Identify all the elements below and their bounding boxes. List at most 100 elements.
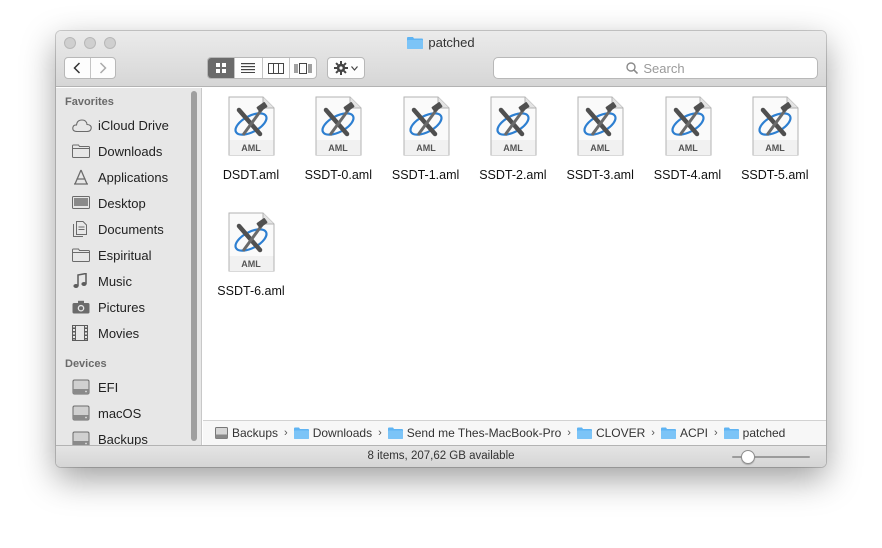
sidebar-item-desktop[interactable]: Desktop — [72, 192, 146, 214]
sidebar-item-downloads[interactable]: Downloads — [72, 140, 162, 162]
sidebar-heading-favorites: Favorites — [65, 96, 114, 108]
file-item[interactable]: AML SSDT-5.aml — [726, 96, 824, 182]
folder-icon — [407, 36, 424, 52]
file-name: SSDT-6.aml — [217, 284, 285, 298]
cloud-icon — [72, 116, 94, 134]
sidebar-device-efi[interactable]: EFI — [72, 376, 118, 398]
chevron-down-icon — [351, 65, 358, 71]
cover-flow-view-button[interactable] — [288, 58, 316, 78]
file-name: SSDT-2.aml — [479, 168, 547, 182]
aml-file-icon: AML — [489, 96, 537, 159]
path-crumb[interactable]: ACPI — [660, 426, 708, 440]
file-item[interactable]: AML SSDT-6.aml — [202, 212, 300, 298]
file-item[interactable]: AML SSDT-0.aml — [289, 96, 387, 182]
file-badge-text: AML — [329, 143, 349, 153]
sidebar-item-label: EFI — [98, 379, 119, 395]
file-badge-text: AML — [503, 143, 523, 153]
file-item[interactable]: AML SSDT-1.aml — [377, 96, 475, 182]
search-field[interactable]: Search — [493, 57, 818, 79]
path-crumb[interactable]: Backups — [215, 426, 278, 440]
path-separator-icon: › — [713, 427, 718, 439]
sidebar-item-movies[interactable]: Movies — [72, 322, 139, 344]
column-view-button[interactable] — [261, 58, 289, 78]
list-view-button[interactable] — [234, 58, 261, 78]
folder-icon — [293, 427, 313, 439]
path-separator-icon: › — [284, 427, 288, 439]
action-menu-button[interactable] — [327, 57, 365, 79]
aml-file-icon: AML — [227, 96, 275, 159]
file-name: SSDT-5.aml — [741, 168, 809, 182]
aml-file-icon: AML — [314, 96, 362, 159]
disk-icon — [72, 430, 94, 445]
sidebar-item-label: Downloads — [98, 143, 163, 159]
path-crumb[interactable]: CLOVER — [576, 426, 646, 440]
documents-icon — [72, 220, 94, 238]
file-badge-text: AML — [241, 259, 261, 269]
aml-file-icon: AML — [576, 96, 624, 159]
search-icon — [626, 62, 639, 74]
aml-file-icon: AML — [402, 96, 450, 159]
sidebar-item-label: Music — [98, 273, 132, 289]
sidebar-item-espiritual[interactable]: Espiritual — [72, 244, 151, 266]
folder-icon — [576, 427, 596, 439]
file-badge-text: AML — [590, 143, 610, 153]
sidebar-item-applications[interactable]: Applications — [72, 166, 168, 188]
file-name: DSDT.aml — [222, 168, 280, 182]
icon-size-slider-knob[interactable] — [740, 450, 755, 464]
path-crumb[interactable]: patched — [723, 426, 786, 440]
sidebar-item-label: Applications — [98, 169, 169, 185]
path-crumb-label: patched — [742, 426, 786, 440]
file-name: SSDT-1.aml — [391, 168, 460, 182]
forward-button[interactable] — [89, 58, 115, 78]
sidebar-item-pictures[interactable]: Pictures — [72, 296, 145, 318]
file-item[interactable]: AML SSDT-2.aml — [464, 96, 562, 182]
sidebar-item-label: Pictures — [98, 299, 145, 315]
sidebar-item-label: iCloud Drive — [98, 117, 169, 133]
path-bar: Backups › Downloads › Send me Thes-MacBook-P… — [203, 420, 826, 445]
path-crumb-label: ACPI — [679, 426, 708, 440]
sidebar-item-documents[interactable]: Documents — [72, 218, 164, 240]
file-item[interactable]: AML SSDT-4.aml — [639, 96, 737, 182]
sidebar-item-label: Desktop — [98, 195, 146, 211]
view-mode-selector — [207, 57, 317, 79]
chevron-left-icon — [73, 62, 81, 74]
sidebar-device-backups[interactable]: Backups — [72, 428, 148, 445]
sidebar-item-label: Backups — [98, 431, 148, 446]
folder-icon — [660, 427, 680, 439]
sidebar-item-music[interactable]: Music — [72, 270, 132, 292]
window-title: patched — [56, 35, 826, 52]
aml-file-icon: AML — [664, 96, 712, 159]
sidebar-item-icloud-drive[interactable]: iCloud Drive — [72, 114, 169, 136]
file-badge-text: AML — [765, 143, 785, 153]
path-crumb[interactable]: Downloads — [293, 426, 373, 440]
back-button[interactable] — [65, 58, 90, 78]
icon-view-button[interactable] — [208, 58, 235, 78]
folder-icon — [723, 427, 743, 439]
sidebar-item-label: Documents — [98, 221, 164, 237]
sidebar-device-macos[interactable]: macOS — [72, 402, 141, 424]
column-view-icon — [267, 62, 284, 74]
path-crumb[interactable]: Send me Thes-MacBook-Pro — [387, 426, 562, 440]
desktop-icon — [72, 194, 94, 212]
file-name: SSDT-4.aml — [653, 168, 722, 182]
file-item[interactable]: AML DSDT.aml — [202, 96, 300, 182]
camera-icon — [72, 298, 94, 316]
aml-file-icon: AML — [227, 212, 275, 275]
file-badge-text: AML — [678, 143, 698, 153]
sidebar-item-label: macOS — [98, 405, 142, 421]
sidebar-scrollbar[interactable] — [191, 91, 197, 441]
path-crumb-label: CLOVER — [595, 426, 646, 440]
path-crumb-label: Send me Thes-MacBook-Pro — [406, 426, 562, 440]
disk-icon — [72, 404, 94, 422]
file-badge-text: AML — [241, 143, 261, 153]
path-crumb-label: Backups — [232, 426, 279, 440]
icon-view-icon — [216, 63, 227, 73]
path-separator-icon: › — [651, 427, 655, 439]
path-crumb-label: Downloads — [312, 426, 373, 440]
file-item[interactable]: AML SSDT-3.aml — [551, 96, 649, 182]
path-separator-icon: › — [567, 427, 571, 439]
title-bar: patched Search — [56, 31, 826, 87]
navigation-buttons — [64, 57, 116, 79]
gear-icon — [334, 61, 348, 75]
status-text: 8 items, 207,62 GB available — [367, 450, 515, 462]
